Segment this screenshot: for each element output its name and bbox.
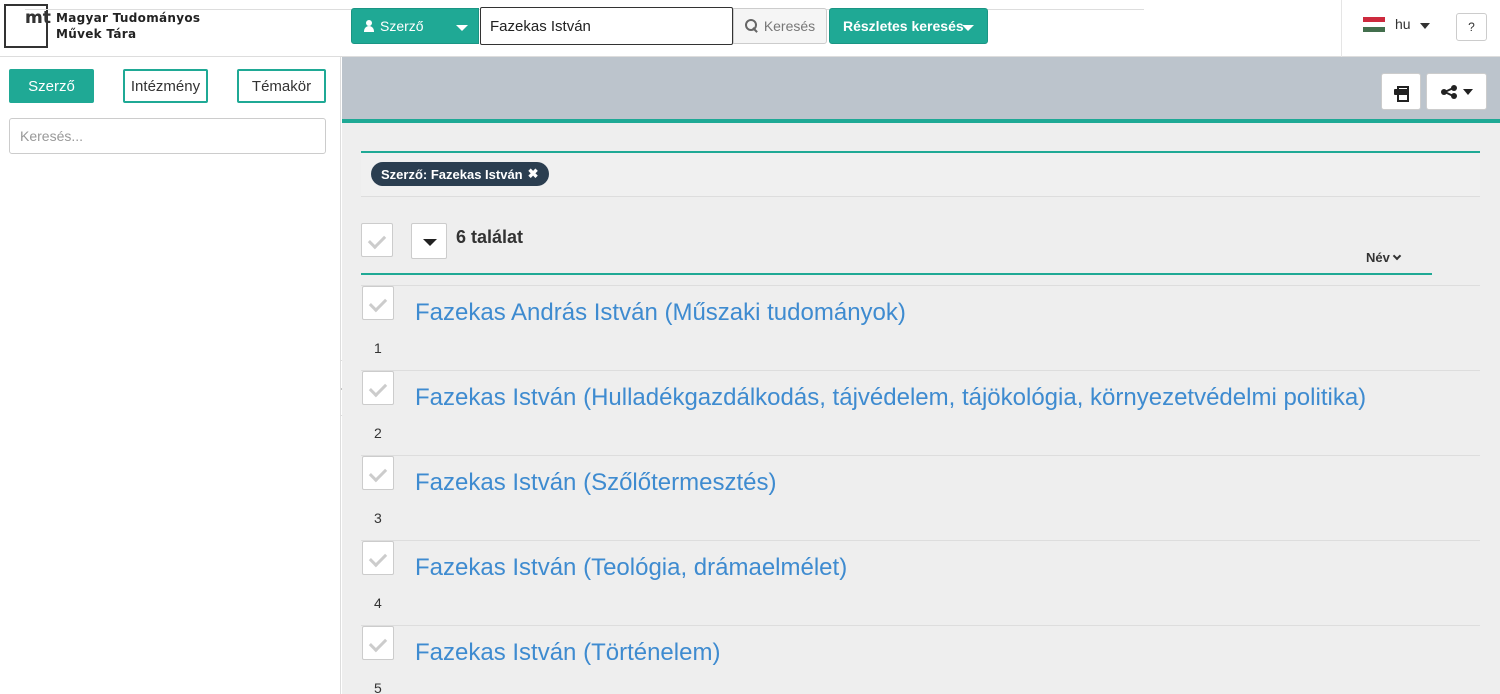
results-divider [361, 273, 1432, 275]
result-link[interactable]: Fazekas István (Teológia, drámaelmélet) [415, 554, 847, 582]
user-icon [364, 20, 374, 32]
help-button[interactable]: ? [1456, 13, 1487, 41]
result-link[interactable]: Fazekas István (Hulladékgazdálkodás, táj… [415, 384, 1366, 412]
mtmt-logo[interactable]: mt mt [4, 4, 1144, 48]
chevron-down-icon [1392, 251, 1402, 260]
filter-chip-label: Szerző: Fazekas István [381, 166, 523, 182]
caret-down-icon [1462, 88, 1473, 95]
search-type-label: Szerző [380, 18, 424, 34]
logo-text-2: mt [25, 8, 51, 28]
list-item: Fazekas István (Szőlőtermesztés) 3 [361, 455, 1480, 540]
hungarian-flag-icon[interactable] [1363, 17, 1385, 32]
selection-menu-toggle[interactable] [411, 223, 447, 259]
print-icon [1394, 85, 1409, 102]
caret-down-icon [962, 25, 974, 31]
caret-down-icon[interactable] [1420, 23, 1430, 29]
search-button[interactable]: Keresés [733, 8, 827, 44]
select-all-checkbox[interactable] [361, 223, 393, 257]
result-link[interactable]: Fazekas István (Történelem) [415, 639, 720, 667]
advanced-search-label: Részletes keresés [843, 18, 964, 34]
sidebar-search-input[interactable] [9, 118, 326, 154]
result-checkbox[interactable] [362, 371, 394, 405]
result-number: 4 [374, 595, 382, 611]
result-number: 5 [374, 680, 382, 694]
result-number: 2 [374, 425, 382, 441]
tab-author[interactable]: Szerző [9, 69, 94, 103]
result-checkbox[interactable] [362, 456, 394, 490]
header-divider [1341, 0, 1342, 57]
share-button[interactable] [1426, 73, 1487, 110]
active-filters: Szerző: Fazekas István ✖ [361, 151, 1480, 197]
sidebar: Szerző Intézmény Témakör [0, 57, 341, 694]
list-item: Fazekas István (Hulladékgazdálkodás, táj… [361, 370, 1480, 455]
result-checkbox[interactable] [362, 286, 394, 320]
result-count: 6 találat [456, 227, 524, 247]
print-button[interactable] [1381, 73, 1421, 110]
result-link[interactable]: Fazekas András István (Műszaki tudományo… [415, 299, 906, 327]
result-link[interactable]: Fazekas István (Szőlőtermesztés) [415, 469, 776, 497]
sort-dropdown[interactable]: Név [1366, 250, 1402, 265]
language-selector[interactable]: hu [1395, 16, 1411, 32]
filter-chip-author[interactable]: Szerző: Fazekas István ✖ [371, 162, 549, 186]
close-icon[interactable]: ✖ [528, 166, 539, 182]
tab-institution[interactable]: Intézmény [123, 69, 208, 103]
main-content: Szerző: Fazekas István ✖ 6 találat Név F… [342, 57, 1500, 694]
search-icon [744, 19, 759, 33]
list-item: Fazekas István (Történelem) 5 [361, 625, 1480, 694]
toolbar [342, 57, 1500, 123]
search-input[interactable] [480, 7, 733, 45]
brand-name[interactable]: Magyar Tudományos Művek Tára [56, 10, 200, 42]
result-number: 1 [374, 340, 382, 356]
advanced-search-button[interactable]: Részletes keresés [829, 8, 988, 44]
brand-line-2: Művek Tára [56, 27, 137, 41]
brand-line-1: Magyar Tudományos [56, 11, 201, 25]
sort-label: Név [1366, 250, 1390, 265]
header: mt mt Magyar Tudományos Művek Tára Szerz… [0, 0, 1500, 57]
list-item: Fazekas András István (Műszaki tudományo… [361, 285, 1480, 370]
search-button-label: Keresés [763, 18, 816, 34]
share-icon [1440, 84, 1457, 99]
result-number: 3 [374, 510, 382, 526]
result-checkbox[interactable] [362, 626, 394, 660]
search-type-dropdown[interactable]: Szerző [351, 8, 479, 44]
caret-down-icon [456, 25, 468, 31]
tab-topic[interactable]: Témakör [237, 69, 326, 103]
result-checkbox[interactable] [362, 541, 394, 575]
list-item: Fazekas István (Teológia, drámaelmélet) … [361, 540, 1480, 625]
